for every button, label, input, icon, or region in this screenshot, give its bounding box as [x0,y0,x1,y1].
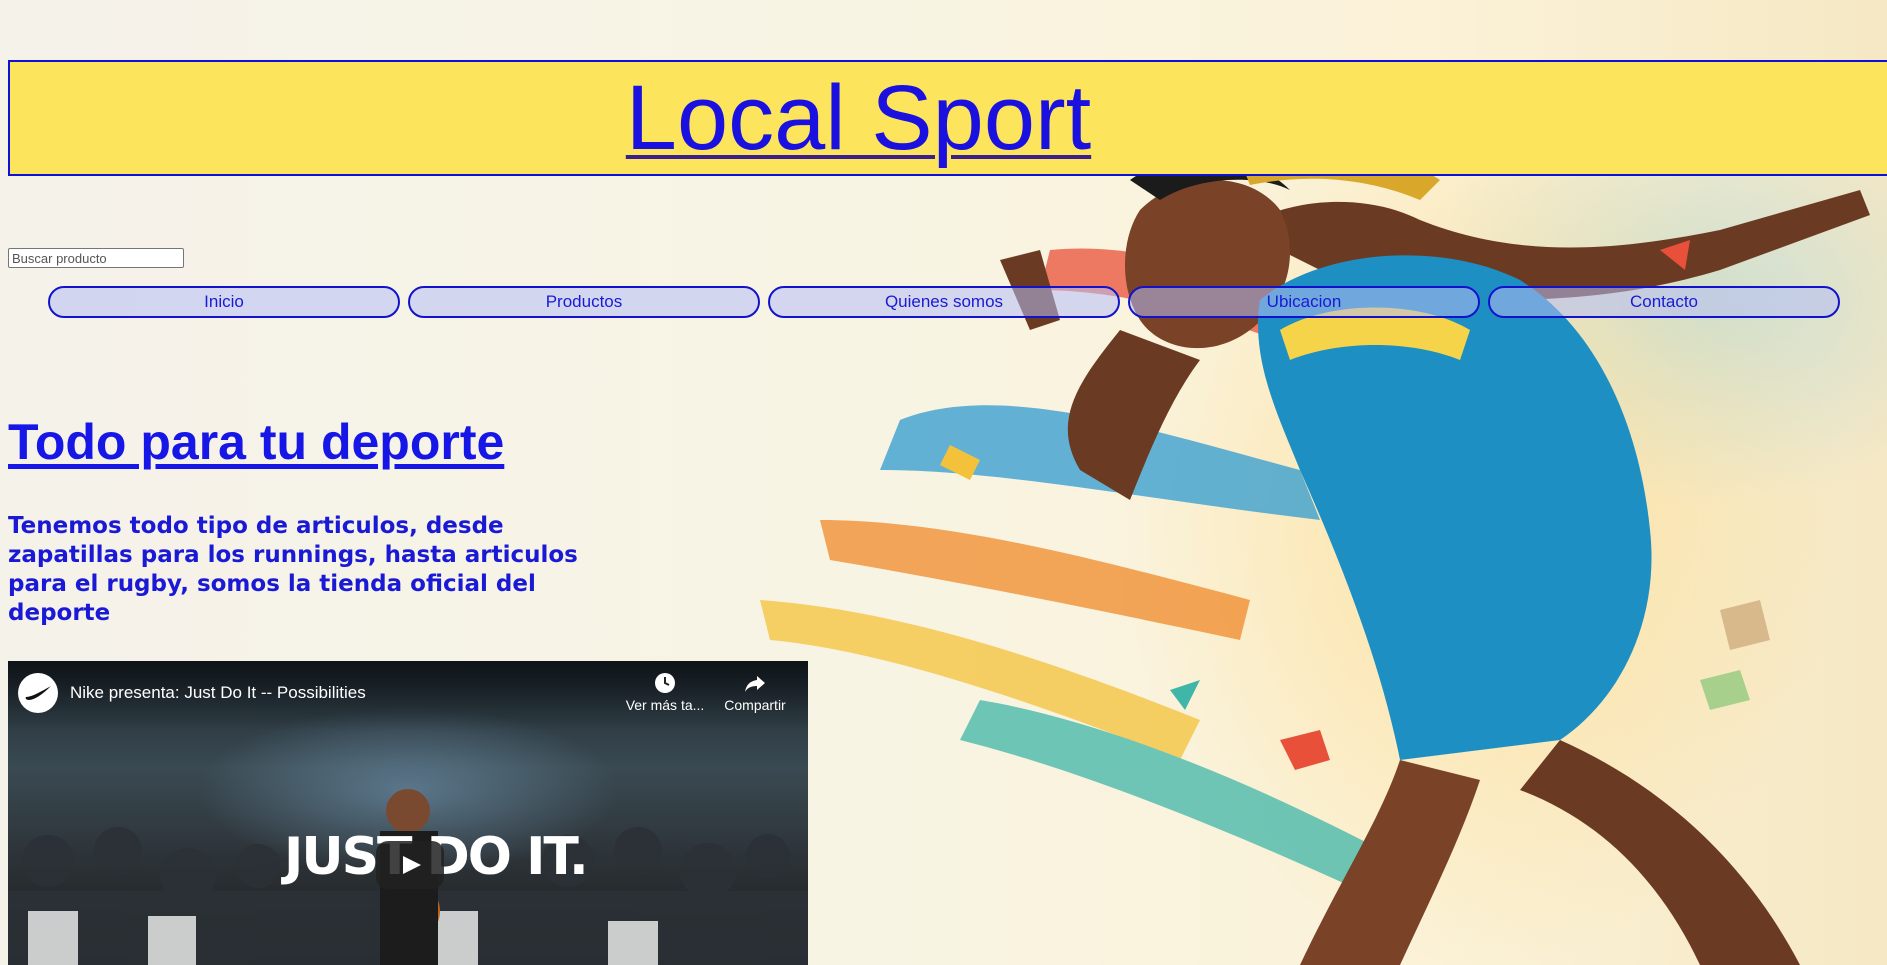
nav-item-productos[interactable]: Productos [408,286,760,318]
video-title-link[interactable]: Nike presenta: Just Do It -- Possibiliti… [70,683,366,703]
watch-later-label: Ver más ta... [625,697,705,713]
page-title[interactable]: Todo para tu deporte [8,412,504,472]
play-icon[interactable] [376,841,444,889]
nav-item-ubicacion[interactable]: Ubicacion [1128,286,1480,318]
share-label: Compartir [724,697,786,713]
search-input[interactable] [8,248,184,268]
watch-later-button[interactable]: Ver más ta... [620,671,710,713]
clock-icon [620,671,710,697]
site-title-link[interactable]: Local Sport [626,68,1091,168]
nav-item-inicio[interactable]: Inicio [48,286,400,318]
share-button[interactable]: Compartir [710,671,800,713]
nav-item-contacto[interactable]: Contacto [1488,286,1840,318]
nav-item-quienes-somos[interactable]: Quienes somos [768,286,1120,318]
site-header: Local Sport [8,60,1887,176]
intro-text: Tenemos todo tipo de articulos, desde za… [8,513,578,626]
share-icon [710,671,800,697]
video-embed[interactable]: Nike presenta: Just Do It -- Possibiliti… [8,661,808,965]
nike-logo-icon[interactable] [18,673,58,713]
main-nav: Inicio Productos Quienes somos Ubicacion… [48,286,1840,320]
